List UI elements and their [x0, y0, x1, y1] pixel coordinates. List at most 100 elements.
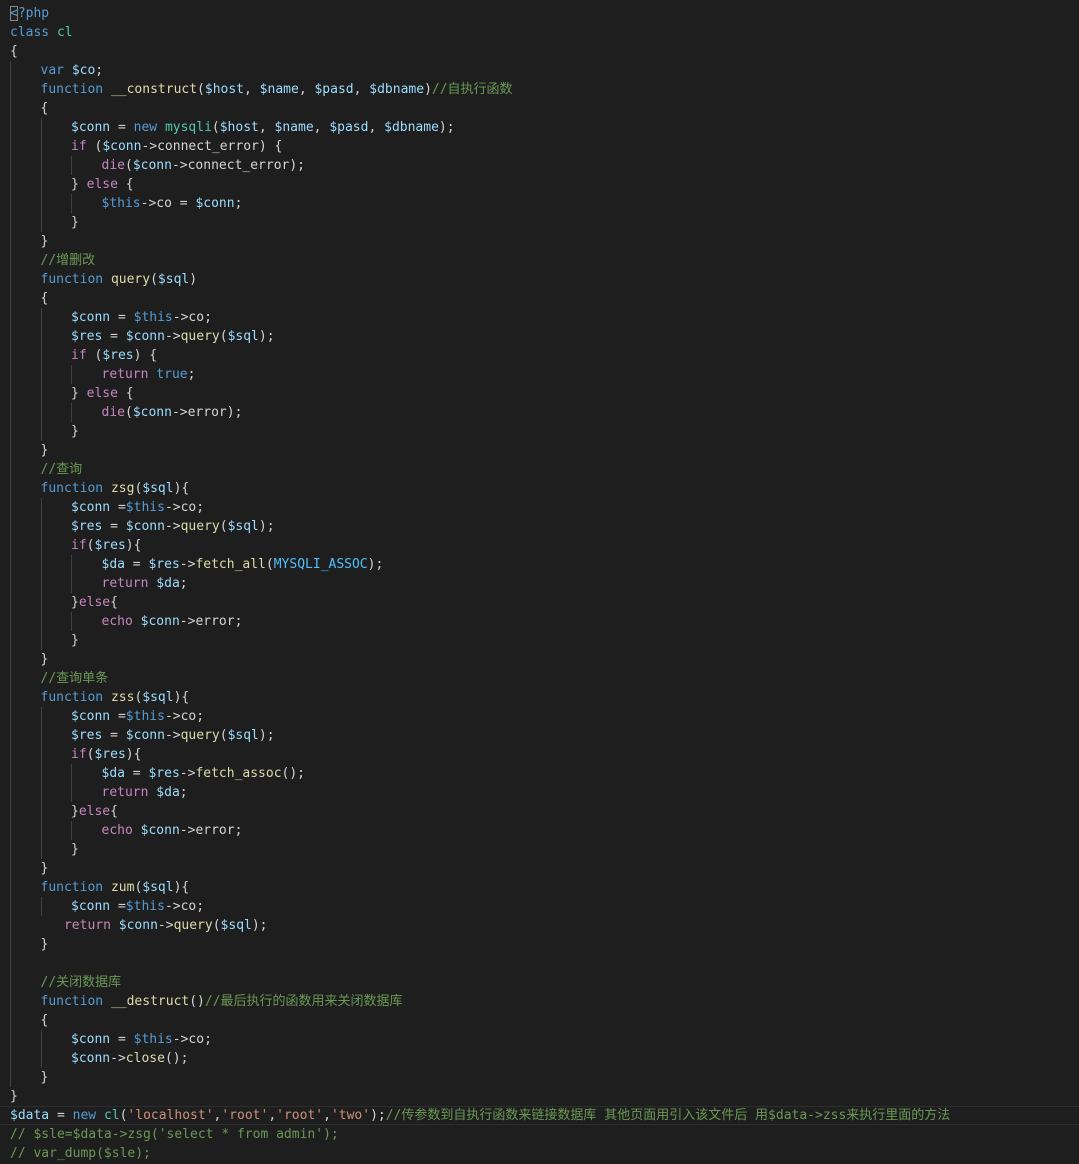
code-line[interactable]: {	[0, 289, 1079, 308]
code-line-content: echo $conn->error;	[10, 614, 243, 629]
code-line[interactable]: }	[0, 1068, 1079, 1087]
code-line[interactable]: //增删改	[0, 251, 1079, 270]
code-line[interactable]: }else{	[0, 802, 1079, 821]
code-token-pun: }	[71, 424, 79, 439]
code-line[interactable]: $data = new cl('localhost','root','root'…	[0, 1106, 1079, 1125]
code-token-var: $co	[71, 63, 96, 78]
code-token-var: $conn	[71, 899, 111, 914]
indent-guide	[10, 574, 11, 593]
code-line[interactable]: return $da;	[0, 574, 1079, 593]
code-line[interactable]: class cl	[0, 23, 1079, 42]
code-token-var: $name	[274, 120, 314, 135]
code-token-var: $res	[71, 519, 103, 534]
indent-guide	[10, 422, 11, 441]
code-line[interactable]: return $conn->query($sql);	[0, 916, 1079, 935]
indent-guide	[71, 612, 72, 631]
code-token-var: $conn	[125, 329, 165, 344]
code-line[interactable]: $da = $res->fetch_assoc();	[0, 764, 1079, 783]
code-token-kw: $this	[125, 899, 165, 914]
code-line[interactable]: return true;	[0, 365, 1079, 384]
code-line[interactable]: if($res){	[0, 536, 1079, 555]
code-line[interactable]: }	[0, 213, 1079, 232]
code-line[interactable]	[0, 954, 1079, 973]
code-line[interactable]: if ($conn->connect_error) {	[0, 137, 1079, 156]
code-token-str: 'two'	[330, 1108, 371, 1123]
code-line[interactable]: function zss($sql){	[0, 688, 1079, 707]
code-token-pun: )	[424, 82, 432, 97]
code-token-pun: }	[40, 1070, 49, 1085]
code-token-pun: =	[110, 310, 134, 325]
code-line-content: function query($sql)	[10, 272, 198, 287]
code-line-content: //关闭数据库	[10, 975, 122, 990]
code-line[interactable]: echo $conn->error;	[0, 612, 1079, 631]
code-line[interactable]: } else {	[0, 384, 1079, 403]
code-token-pun: }	[40, 937, 49, 952]
code-line[interactable]: if($res){	[0, 745, 1079, 764]
code-line[interactable]: }	[0, 650, 1079, 669]
code-line[interactable]: $conn->close();	[0, 1049, 1079, 1068]
code-line[interactable]: } else {	[0, 175, 1079, 194]
code-line[interactable]: $conn = $this->co;	[0, 308, 1079, 327]
code-line[interactable]: echo $conn->error;	[0, 821, 1079, 840]
code-line[interactable]: }	[0, 859, 1079, 878]
code-line[interactable]: }	[0, 232, 1079, 251]
code-token-pun: (	[197, 82, 205, 97]
code-line[interactable]: $conn =$this->co;	[0, 707, 1079, 726]
code-editor[interactable]: <?php class cl { var $co; function __constru…	[0, 4, 1079, 1164]
code-line[interactable]: $conn = $this->co;	[0, 1030, 1079, 1049]
code-line[interactable]: {	[0, 1011, 1079, 1030]
code-line[interactable]: function __destruct()//最后执行的函数用来关闭数据库	[0, 992, 1079, 1011]
code-line[interactable]: }	[0, 935, 1079, 954]
code-line[interactable]: var $co;	[0, 61, 1079, 80]
code-token-prop: co	[180, 899, 197, 914]
code-line[interactable]: $conn =$this->co;	[0, 897, 1079, 916]
code-line[interactable]: $conn = new mysqli($host, $name, $pasd, …	[0, 118, 1079, 137]
code-line[interactable]: $res = $conn->query($sql);	[0, 726, 1079, 745]
code-token-pun	[157, 120, 165, 135]
indent-guide	[10, 536, 11, 555]
code-line[interactable]: function zsg($sql){	[0, 479, 1079, 498]
code-line[interactable]: die($conn->error);	[0, 403, 1079, 422]
code-line[interactable]: }	[0, 441, 1079, 460]
code-token-pun: }	[71, 842, 79, 857]
code-token-pun: ) {	[133, 348, 158, 363]
code-line[interactable]: if ($res) {	[0, 346, 1079, 365]
code-line[interactable]: {	[0, 99, 1079, 118]
code-line[interactable]: }	[0, 422, 1079, 441]
code-token-var: $res	[71, 329, 103, 344]
code-token-ctl: else	[78, 804, 111, 819]
indent-guide	[10, 194, 11, 213]
code-line-content: $res = $conn->query($sql);	[10, 519, 275, 534]
code-line[interactable]: <?php	[0, 4, 1079, 23]
code-line[interactable]: $conn =$this->co;	[0, 498, 1079, 517]
code-line[interactable]: }else{	[0, 593, 1079, 612]
code-line[interactable]: return $da;	[0, 783, 1079, 802]
code-line[interactable]: $res = $conn->query($sql);	[0, 327, 1079, 346]
code-token-kw: $this	[125, 500, 165, 515]
code-line-content: if($res){	[10, 538, 141, 553]
indent-guide	[10, 308, 11, 327]
code-line[interactable]: //查询	[0, 460, 1079, 479]
code-line[interactable]: //关闭数据库	[0, 973, 1079, 992]
code-line[interactable]: //查询单条	[0, 669, 1079, 688]
indent-guide	[71, 821, 72, 840]
code-line[interactable]: // $sle=$data->zsg('select * from admin'…	[0, 1125, 1079, 1144]
code-line[interactable]: }	[0, 1087, 1079, 1106]
code-token-pun: ;	[179, 576, 188, 591]
code-line[interactable]: $da = $res->fetch_all(MYSQLI_ASSOC);	[0, 555, 1079, 574]
code-token-pun: {	[10, 44, 18, 59]
code-line[interactable]: $this->co = $conn;	[0, 194, 1079, 213]
code-line[interactable]: {	[0, 42, 1079, 61]
code-line-content: //查询单条	[10, 671, 109, 686]
code-token-pun: =	[102, 728, 126, 743]
code-line[interactable]: // var_dump($sle);	[0, 1144, 1079, 1163]
code-token-pun: (	[124, 405, 133, 420]
code-line[interactable]: }	[0, 840, 1079, 859]
code-line[interactable]: }	[0, 631, 1079, 650]
code-line[interactable]: function __construct($host, $name, $pasd…	[0, 80, 1079, 99]
code-token-pun: ;	[234, 614, 243, 629]
code-line[interactable]: $res = $conn->query($sql);	[0, 517, 1079, 536]
code-line[interactable]: die($conn->connect_error);	[0, 156, 1079, 175]
code-line[interactable]: function query($sql)	[0, 270, 1079, 289]
code-line[interactable]: function zum($sql){	[0, 878, 1079, 897]
